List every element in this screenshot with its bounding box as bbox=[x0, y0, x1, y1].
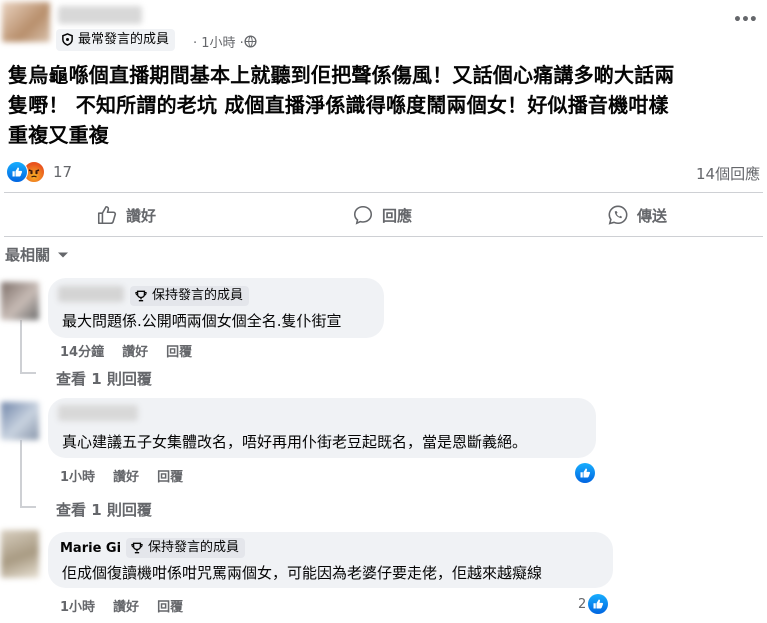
comment-like-button[interactable]: 讚好 bbox=[122, 345, 148, 360]
comment-reply-button[interactable]: 回覆 bbox=[166, 345, 192, 360]
comment-time[interactable]: 1小時 bbox=[60, 600, 95, 615]
comment-reply-button[interactable]: 回覆 bbox=[157, 600, 183, 615]
commenter-name[interactable]: Marie Gi bbox=[60, 541, 122, 557]
trophy-icon bbox=[131, 542, 143, 554]
comment-text: 佢成個復讀機咁係咁咒罵兩個女，可能因為老婆仔要走佬，佢越來越癡線 bbox=[62, 564, 543, 582]
avatar[interactable] bbox=[1, 530, 39, 578]
comment-like-button[interactable]: 讚好 bbox=[113, 600, 139, 615]
divider bbox=[4, 192, 763, 193]
view-replies-link[interactable]: 查看 1 則回覆 bbox=[56, 368, 152, 389]
commenter-name[interactable] bbox=[58, 405, 138, 421]
top-fan-badge: 最常發言的成員 bbox=[56, 29, 176, 51]
thread-line bbox=[20, 320, 22, 372]
post-text: 隻烏龜喺個直播期間基本上就聽到佢把聲係傷風！又話個心痛講多啲大話兩 隻嘢！ 不知… bbox=[8, 60, 763, 150]
trophy-icon bbox=[135, 290, 147, 302]
avatar[interactable] bbox=[1, 282, 39, 320]
comment-button[interactable]: 回應 bbox=[352, 198, 412, 232]
comment-actions: 1小時 讚好 回覆 bbox=[60, 466, 201, 485]
post-text-line-3: 重複又重複 bbox=[8, 123, 109, 147]
member-badge: 保持發言的成員 bbox=[130, 286, 250, 306]
divider bbox=[4, 236, 763, 237]
chevron-down-icon bbox=[58, 252, 69, 257]
thread-line bbox=[20, 440, 22, 506]
comment-text: 真心建議五子女集體改名，唔好再用仆街老豆起既名，當是恩斷義絕。 bbox=[62, 433, 528, 451]
thread-line bbox=[20, 372, 36, 374]
post-text-line-2: 隻嘢！ 不知所謂的老坑 成個直播淨係識得喺度鬧兩個女！好似播音機咁樣 bbox=[8, 93, 669, 117]
sort-dropdown[interactable]: 最相關 bbox=[5, 244, 70, 265]
like-outline-icon bbox=[97, 205, 117, 225]
comment-icon bbox=[353, 205, 373, 225]
comment-actions: 14分鐘 讚好 回覆 bbox=[60, 341, 210, 360]
like-reaction-icon[interactable] bbox=[575, 463, 595, 483]
share-icon bbox=[608, 205, 628, 225]
avatar[interactable] bbox=[1, 402, 39, 440]
comment-reply-button[interactable]: 回覆 bbox=[157, 470, 183, 485]
post-time[interactable]: · 1小時 · bbox=[193, 32, 244, 51]
comment-time[interactable]: 1小時 bbox=[60, 470, 95, 485]
comment-actions: 1小時 讚好 回覆 bbox=[60, 596, 201, 615]
poster-name[interactable] bbox=[58, 6, 142, 24]
globe-icon bbox=[244, 33, 257, 52]
thread-line bbox=[20, 506, 36, 508]
comment-text: 最大問題係.公開哂兩個女個全名.隻仆街宣 bbox=[62, 312, 342, 330]
like-button[interactable]: 讚好 bbox=[96, 198, 156, 232]
like-reaction-icon bbox=[588, 594, 609, 614]
badge-icon bbox=[62, 33, 73, 46]
post-text-line-1: 隻烏龜喺個直播期間基本上就聽到佢把聲係傷風！又話個心痛講多啲大話兩 bbox=[8, 63, 675, 87]
commenter-name[interactable] bbox=[58, 286, 124, 302]
poster-avatar[interactable] bbox=[2, 2, 50, 42]
reaction-count[interactable]: 17 bbox=[53, 163, 72, 181]
like-reaction-icon bbox=[6, 161, 28, 183]
comment-count[interactable]: 14個回應 bbox=[696, 163, 760, 184]
comment-like-count[interactable]: 2 bbox=[578, 594, 609, 614]
share-button[interactable]: 傳送 bbox=[607, 198, 667, 232]
view-replies-link[interactable]: 查看 1 則回覆 bbox=[56, 499, 152, 520]
member-badge: 保持發言的成員 bbox=[126, 538, 246, 558]
comment-like-button[interactable]: 讚好 bbox=[113, 470, 139, 485]
comment-time[interactable]: 14分鐘 bbox=[60, 345, 104, 360]
more-icon[interactable]: ••• bbox=[733, 12, 758, 28]
